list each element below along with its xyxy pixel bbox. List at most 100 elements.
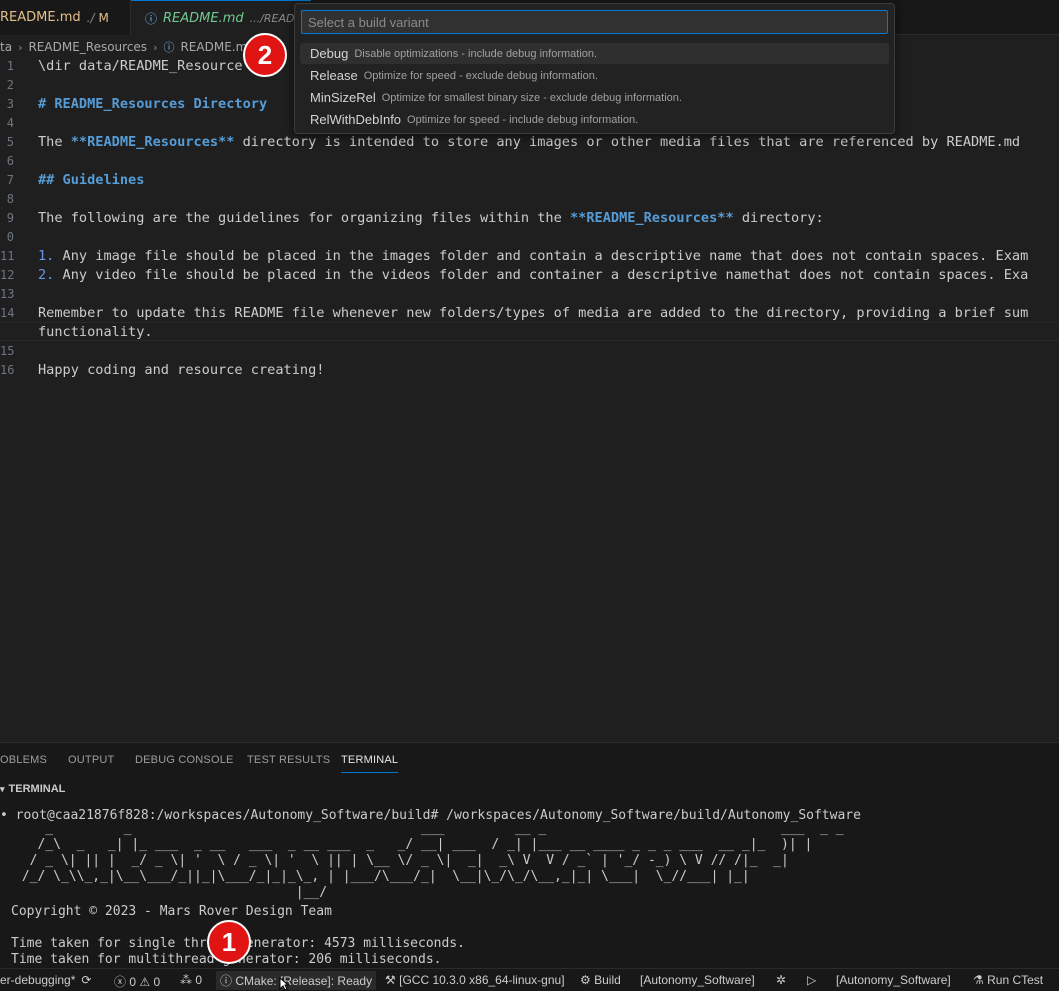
launch-target-button[interactable]: [Autonomy_Software]	[836, 973, 951, 987]
line-number: 15	[0, 344, 15, 358]
line-number: 2	[6, 78, 14, 92]
editor-line: 6	[0, 152, 1059, 171]
breadcrumb-item[interactable]: README.m	[180, 40, 247, 54]
line-number: 1	[6, 59, 14, 73]
chevron-down-icon: ▾	[0, 783, 5, 794]
line-text: ## Guidelines	[38, 172, 145, 188]
bottom-panel: OBLEMS OUTPUT DEBUG CONSOLE TEST RESULTS…	[0, 742, 1059, 968]
text-segment: Any video file should be placed in the v…	[54, 267, 1029, 283]
line-number: 8	[6, 192, 14, 206]
tab-readme-resources[interactable]: ⓘ README.md .../README_	[131, 0, 311, 35]
tab-debug-console[interactable]: DEBUG CONSOLE	[135, 754, 234, 766]
line-number: 4	[6, 116, 14, 130]
quick-pick-item-debug[interactable]: Debug Disable optimizations - include de…	[300, 43, 889, 64]
line-number: 16	[0, 363, 15, 377]
build-label: Build	[594, 973, 621, 987]
list-number: 1.	[38, 248, 55, 264]
build-button[interactable]: ⚙ Build	[580, 973, 621, 987]
line-text: \dir data/README_Resource	[38, 58, 243, 74]
warning-icon: ⚠	[139, 974, 151, 989]
error-count: 0	[129, 974, 137, 989]
item-label: Debug	[310, 46, 349, 61]
line-number: 5	[6, 135, 14, 149]
item-description: Optimize for speed - include debug infor…	[407, 113, 639, 126]
line-number: 3	[6, 97, 14, 111]
cmake-status: CMake: [Release]: Ready	[235, 973, 373, 988]
bold-segment: **README_Resources**	[70, 134, 235, 150]
play-icon: ▷	[807, 973, 817, 987]
tab-readme-modified[interactable]: README.md ./ M	[0, 0, 131, 35]
bug-icon: ✲	[776, 973, 787, 987]
editor-line: 7 ## Guidelines	[0, 171, 1059, 190]
breadcrumb-item[interactable]: ta	[0, 40, 12, 54]
ports-count: 0	[195, 973, 203, 987]
run-button[interactable]: ▷	[807, 973, 816, 987]
line-text: # README_Resources Directory	[38, 96, 268, 112]
prompt-indicator-icon: •	[0, 808, 8, 823]
tab-output[interactable]: OUTPUT	[68, 754, 114, 766]
panel-tabs: OBLEMS OUTPUT DEBUG CONSOLE TEST RESULTS…	[0, 743, 1059, 777]
cmake-kit-button[interactable]: ⚒ [GCC 10.3.0 x86_64-linux-gnu]	[385, 973, 565, 987]
target-label: [Autonomy_Software]	[836, 973, 951, 987]
editor-line: 15	[0, 342, 1059, 361]
text-segment: Any image file should be placed in the i…	[54, 248, 1029, 264]
quick-pick-item-release[interactable]: Release Optimize for speed - exclude deb…	[300, 65, 889, 86]
warning-count: 0	[153, 974, 161, 989]
item-description: Disable optimizations - include debug in…	[354, 47, 598, 60]
ports-item[interactable]: ⁂ 0	[180, 973, 202, 987]
wrench-icon: ⚒	[385, 973, 396, 987]
line-text: functionality.	[38, 324, 153, 340]
quick-pick-input[interactable]	[301, 10, 888, 34]
target-label: [Autonomy_Software]	[640, 973, 755, 987]
problems-item[interactable]: ⓧ 0 ⚠ 0	[114, 973, 160, 990]
text-segment: directory is intended to store any image…	[234, 134, 1021, 150]
cmake-build-variant-button[interactable]: ⓘ CMake: [Release]: Ready	[216, 971, 377, 990]
editor-line: 13	[0, 285, 1059, 304]
tab-title: README.md	[0, 10, 81, 25]
info-icon: ⓘ	[145, 11, 158, 26]
branch-item[interactable]: er-debugging* ⟳	[0, 973, 91, 987]
quick-pick-item-minsizerel[interactable]: MinSizeRel Optimize for smallest binary …	[300, 87, 889, 108]
flask-icon: ⚗	[973, 973, 984, 987]
code-editor[interactable]: 1 \dir data/README_Resource 2 3 # README_R…	[0, 57, 1059, 742]
line-number: 12	[0, 268, 15, 282]
step-badge-1: 1	[207, 920, 251, 964]
tab-problems[interactable]: OBLEMS	[0, 754, 47, 766]
step-badge-2: 2	[243, 33, 287, 77]
editor-line: 11 1. Any image file should be placed in …	[0, 247, 1059, 266]
item-description: Optimize for smallest binary size - excl…	[381, 91, 682, 104]
item-label: MinSizeRel	[310, 90, 376, 105]
info-icon: ⓘ	[220, 974, 233, 988]
line-number: 9	[6, 211, 14, 225]
build-variant-quick-pick: Debug Disable optimizations - include de…	[294, 3, 895, 134]
debug-button[interactable]: ✲	[776, 973, 786, 987]
editor-line: 8	[0, 190, 1059, 209]
quick-pick-item-relwithdebinfo[interactable]: RelWithDebInfo Optimize for speed - incl…	[300, 109, 889, 130]
line-number: 0	[6, 230, 14, 244]
line-number: 7	[6, 173, 14, 187]
breadcrumb-item[interactable]: README_Resources	[28, 40, 147, 54]
ctest-label: Run CTest	[987, 973, 1044, 987]
mouse-cursor-icon	[279, 977, 289, 991]
item-label: Release	[310, 68, 358, 83]
text-segment: The	[38, 134, 71, 150]
chevron-right-icon: ›	[18, 40, 23, 54]
tab-test-results[interactable]: TEST RESULTS	[247, 754, 330, 766]
line-text: 1. Any image file should be placed in th…	[38, 247, 1028, 266]
tab-title: README.md	[163, 10, 244, 26]
error-icon: ⓧ	[114, 975, 127, 989]
tab-terminal[interactable]: TERMINAL	[341, 754, 399, 773]
line-number: 14	[0, 306, 15, 320]
run-ctest-button[interactable]: ⚗ Run CTest	[973, 973, 1043, 987]
editor-line: 9 The following are the guidelines for or…	[0, 209, 1059, 228]
build-target-button[interactable]: [Autonomy_Software]	[640, 973, 755, 987]
kit-label: [GCC 10.3.0 x86_64-linux-gnu]	[399, 973, 565, 987]
gear-icon: ⚙	[580, 973, 591, 987]
chevron-right-icon: ›	[153, 40, 158, 54]
tab-modified-badge: M	[98, 10, 109, 25]
line-text: Happy coding and resource creating!	[38, 362, 325, 378]
terminal-section-header[interactable]: ▾ TERMINAL	[0, 779, 1059, 799]
line-number: 11	[0, 249, 15, 263]
item-description: Optimize for speed - exclude debug infor…	[363, 69, 598, 82]
ascii-banner: _ _ ___ __ _ ___ _ _ /_\ _ _| |_ ___ _ _…	[21, 821, 844, 900]
